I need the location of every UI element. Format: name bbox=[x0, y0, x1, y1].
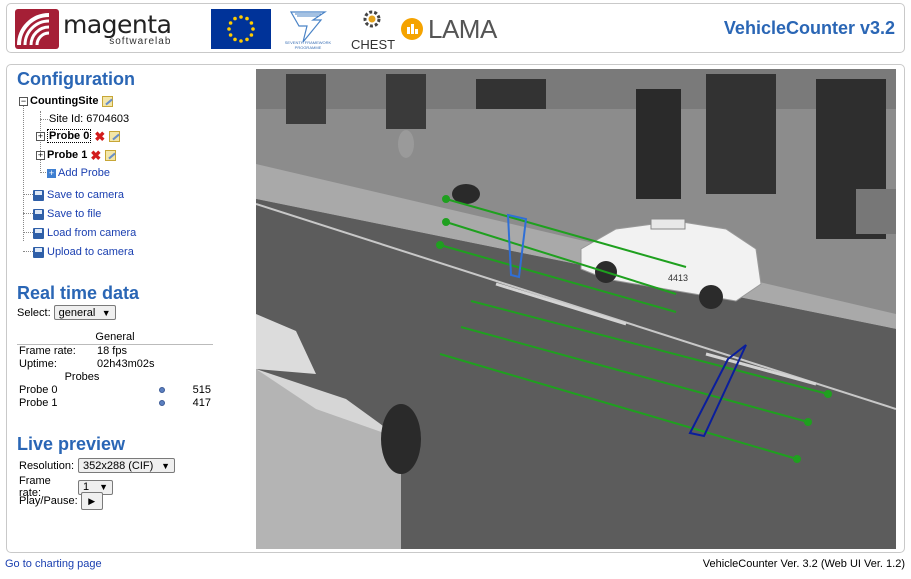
dropdown-arrow-icon: ▼ bbox=[99, 482, 108, 492]
floppy-disk-icon[interactable] bbox=[33, 246, 44, 258]
tree-node-probe-0[interactable]: + Probe 0 ✖ bbox=[36, 128, 121, 144]
add-icon[interactable]: + bbox=[47, 168, 56, 178]
realtime-select-dropdown[interactable]: general ▼ bbox=[53, 305, 116, 320]
edit-icon[interactable] bbox=[105, 149, 117, 161]
configuration-title: Configuration bbox=[17, 69, 135, 89]
chest-wordmark: CHEST bbox=[351, 37, 396, 52]
fp7-logo: SEVENTH FRAMEWORK PROGRAMME bbox=[283, 8, 333, 50]
line-endpoint bbox=[442, 195, 450, 203]
line-endpoint bbox=[436, 241, 444, 249]
live-video-preview[interactable]: 4413 bbox=[256, 69, 896, 549]
frame-rate-label: Frame rate: bbox=[19, 344, 76, 357]
add-probe-label[interactable]: Add Probe bbox=[58, 167, 110, 179]
uptime-value: 02h43m02s bbox=[97, 357, 155, 370]
load-from-camera-label[interactable]: Load from camera bbox=[47, 227, 136, 239]
probe-row-count: 515 bbox=[192, 383, 211, 396]
probe-row-count: 417 bbox=[192, 396, 211, 409]
edit-icon[interactable] bbox=[109, 130, 121, 142]
tree-node-site-id: Site Id: 6704603 bbox=[49, 111, 129, 127]
main-panel: Configuration − CountingSite Site Id: 67… bbox=[6, 64, 905, 553]
delete-icon[interactable]: ✖ bbox=[90, 149, 101, 162]
vehicle-plate: 4413 bbox=[668, 273, 688, 283]
floppy-disk-icon[interactable] bbox=[33, 189, 44, 201]
table-row: Frame rate: 18 fps bbox=[17, 344, 213, 357]
delete-icon[interactable]: ✖ bbox=[94, 130, 105, 143]
save-to-file-link[interactable]: Save to file bbox=[33, 206, 101, 222]
frame-rate-value: 18 fps bbox=[97, 344, 127, 357]
floppy-disk-icon[interactable] bbox=[33, 208, 44, 220]
resolution-row: Resolution: 352x288 (CIF) ▼ bbox=[19, 458, 175, 473]
table-row: Uptime: 02h43m02s bbox=[17, 357, 213, 370]
chest-logo: CHEST bbox=[351, 8, 396, 52]
line-endpoint bbox=[442, 218, 450, 226]
probe-0-label[interactable]: Probe 0 bbox=[47, 129, 92, 143]
realtime-table: General Frame rate: 18 fps Uptime: 02h43… bbox=[17, 331, 213, 409]
fp7-caption: SEVENTH FRAMEWORK PROGRAMME bbox=[284, 40, 332, 50]
dropdown-arrow-icon: ▼ bbox=[101, 307, 111, 318]
save-to-camera-link[interactable]: Save to camera bbox=[33, 187, 124, 203]
app-title: VehicleCounter v3.2 bbox=[723, 18, 895, 38]
probe-row-name: Probe 1 bbox=[19, 396, 58, 409]
select-value: general bbox=[58, 306, 96, 319]
add-probe-link[interactable]: + Add Probe bbox=[47, 165, 110, 181]
resolution-dropdown[interactable]: 352x288 (CIF) ▼ bbox=[78, 458, 175, 473]
lama-mark-icon bbox=[401, 18, 423, 40]
edit-icon[interactable] bbox=[102, 95, 114, 107]
status-dot-icon bbox=[159, 386, 165, 393]
save-to-file-label[interactable]: Save to file bbox=[47, 208, 101, 220]
line-endpoint bbox=[804, 418, 812, 426]
floppy-disk-icon[interactable] bbox=[33, 227, 44, 239]
play-icon: ▶ bbox=[88, 495, 96, 506]
probe-row-name: Probe 0 bbox=[19, 383, 58, 396]
uptime-label: Uptime: bbox=[19, 357, 57, 370]
tree-node-counting-site[interactable]: − CountingSite bbox=[19, 93, 114, 109]
resolution-label: Resolution: bbox=[19, 459, 75, 472]
select-label: Select: bbox=[17, 306, 51, 319]
expand-icon[interactable]: + bbox=[36, 150, 45, 160]
table-row: Probe 0 515 bbox=[17, 383, 213, 396]
logo-strip: magenta softwarelab SEVENTH FRAMEWORK PR… bbox=[15, 8, 497, 52]
magenta-mark-icon bbox=[15, 9, 59, 49]
play-pause-button[interactable]: ▶ bbox=[80, 492, 103, 510]
dropdown-arrow-icon: ▼ bbox=[161, 460, 170, 471]
eu-flag-icon bbox=[211, 9, 271, 49]
realtime-title: Real time data bbox=[17, 283, 140, 303]
charting-page-link[interactable]: Go to charting page bbox=[5, 558, 102, 570]
general-header: General bbox=[17, 331, 213, 345]
collapse-icon[interactable]: − bbox=[19, 96, 28, 106]
site-id-label: Site Id: 6704603 bbox=[49, 113, 130, 125]
play-pause-row: Play/Pause: ▶ bbox=[19, 492, 103, 510]
probe-1-label[interactable]: Probe 1 bbox=[47, 149, 87, 161]
lama-wordmark: LAMA bbox=[428, 13, 497, 44]
live-preview-title: Live preview bbox=[17, 434, 126, 454]
line-endpoint bbox=[793, 455, 801, 463]
version-text: VehicleCounter Ver. 3.2 (Web UI Ver. 1.2… bbox=[702, 558, 905, 570]
save-to-camera-label[interactable]: Save to camera bbox=[47, 189, 124, 201]
table-row: Probe 1 417 bbox=[17, 396, 213, 409]
resolution-value: 352x288 (CIF) bbox=[83, 459, 154, 472]
line-endpoint bbox=[824, 390, 832, 398]
expand-icon[interactable]: + bbox=[36, 131, 45, 141]
counting-site-label[interactable]: CountingSite bbox=[30, 95, 98, 107]
lama-logo: LAMA bbox=[401, 14, 497, 45]
magenta-wordmark: magenta bbox=[63, 9, 172, 39]
probes-header: Probes bbox=[64, 370, 100, 383]
status-dot-icon bbox=[159, 399, 165, 406]
tree-node-probe-1[interactable]: + Probe 1 ✖ bbox=[36, 147, 117, 163]
table-row: Probes bbox=[17, 370, 213, 383]
upload-to-camera-link[interactable]: Upload to camera bbox=[33, 244, 134, 260]
left-sidebar: Configuration − CountingSite Site Id: 67… bbox=[17, 65, 257, 550]
chest-gear-icon bbox=[363, 10, 381, 28]
video-frame: 4413 bbox=[256, 69, 896, 549]
magenta-logo: magenta softwarelab bbox=[15, 8, 201, 50]
table-row: General bbox=[17, 331, 213, 345]
app-header: magenta softwarelab SEVENTH FRAMEWORK PR… bbox=[6, 3, 905, 53]
play-pause-label: Play/Pause: bbox=[19, 495, 78, 507]
load-from-camera-link[interactable]: Load from camera bbox=[33, 225, 136, 241]
realtime-select-row: Select: general ▼ bbox=[17, 305, 116, 320]
upload-to-camera-label[interactable]: Upload to camera bbox=[47, 246, 134, 258]
